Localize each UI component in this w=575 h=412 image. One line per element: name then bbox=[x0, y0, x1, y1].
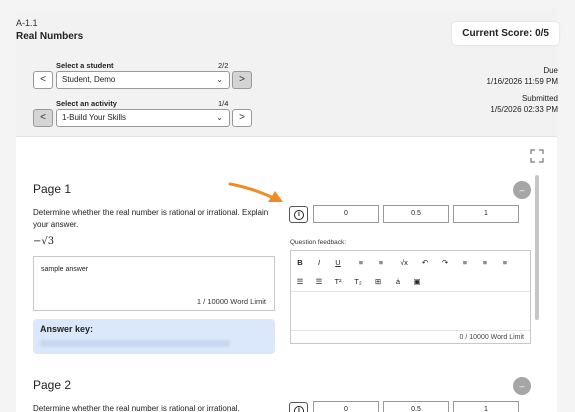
page-title: Page 2 bbox=[33, 378, 72, 392]
subscript-icon[interactable]: T₂ bbox=[352, 277, 364, 286]
info-button[interactable]: i bbox=[289, 402, 308, 412]
undo-icon[interactable]: ↶ bbox=[419, 258, 431, 267]
student-label: Select a student bbox=[56, 61, 114, 70]
info-icon: i bbox=[294, 210, 304, 220]
prev-student-button[interactable]: < bbox=[33, 71, 53, 89]
align-left-icon[interactable]: ≡ bbox=[459, 258, 471, 267]
answer-key: Answer key: bbox=[33, 319, 275, 354]
math-expression: −√3 bbox=[33, 236, 55, 247]
score-option-half[interactable]: 0.5 bbox=[383, 401, 449, 412]
activity-title: Real Numbers bbox=[16, 31, 84, 42]
formula-icon[interactable]: √x bbox=[398, 258, 410, 267]
page-title: Page 1 bbox=[33, 182, 72, 196]
superscript-icon[interactable]: T² bbox=[332, 277, 344, 286]
score-option-0[interactable]: 0 bbox=[313, 401, 379, 412]
feedback-word-limit: 0 / 10000 Word Limit bbox=[459, 334, 524, 341]
bullet-list-icon[interactable]: ☰ bbox=[294, 277, 306, 286]
question-prompt: Determine whether the real number is rat… bbox=[33, 208, 269, 229]
collapse-button[interactable]: – bbox=[513, 377, 531, 395]
italic-button[interactable]: I bbox=[313, 258, 325, 267]
indent-right-icon[interactable]: ≡ bbox=[375, 258, 387, 267]
word-limit: 1 / 10000 Word Limit bbox=[33, 295, 275, 311]
arrow-icon bbox=[228, 182, 283, 202]
answer-key-blurred bbox=[40, 340, 230, 347]
align-center-icon[interactable]: ≡ bbox=[479, 258, 491, 267]
numbered-list-icon[interactable]: ☰ bbox=[313, 277, 325, 286]
feedback-editor[interactable]: B I U ≡ ≡ √x ↶ ↷ ≡ ≡ ≡ ☰ ☰ T² T₂ ⊞ á ▣ 0… bbox=[290, 250, 531, 344]
bold-button[interactable]: B bbox=[294, 258, 306, 267]
special-char-icon[interactable]: á bbox=[392, 277, 404, 286]
scrollbar[interactable] bbox=[535, 175, 539, 320]
due-date: 1/16/2026 11:59 PM bbox=[486, 77, 558, 86]
submitted-label: Submitted bbox=[521, 94, 558, 103]
underline-button[interactable]: U bbox=[332, 258, 344, 267]
info-icon: i bbox=[294, 406, 304, 412]
score-option-0[interactable]: 0 bbox=[313, 205, 379, 223]
student-select[interactable]: Student, Demo ⌄ bbox=[56, 71, 230, 89]
submitted-date: 1/5/2026 02:33 PM bbox=[490, 105, 558, 114]
activity-count: 1/4 bbox=[218, 99, 229, 108]
score-option-half[interactable]: 0.5 bbox=[383, 205, 449, 223]
prev-activity-button[interactable]: < bbox=[33, 109, 53, 127]
align-right-icon[interactable]: ≡ bbox=[499, 258, 511, 267]
toolbar-divider bbox=[291, 291, 530, 292]
expand-icon[interactable] bbox=[530, 149, 544, 163]
activity-select[interactable]: 1-Build Your Skills ⌄ bbox=[56, 109, 230, 127]
current-score: Current Score: 0/5 bbox=[452, 22, 559, 45]
next-activity-button[interactable]: > bbox=[232, 109, 252, 127]
next-student-button[interactable]: > bbox=[232, 71, 252, 89]
answer-key-label: Answer key: bbox=[40, 324, 94, 334]
activity-code: A-1.1 bbox=[16, 18, 38, 28]
chevron-down-icon: ⌄ bbox=[216, 113, 223, 122]
image-icon[interactable]: ▣ bbox=[411, 277, 423, 286]
chevron-down-icon: ⌄ bbox=[216, 75, 223, 84]
feedback-label: Question feedback: bbox=[290, 239, 347, 246]
activity-label: Select an activity bbox=[56, 99, 117, 108]
table-icon[interactable]: ⊞ bbox=[372, 277, 384, 286]
question-prompt: Determine whether the real number is rat… bbox=[33, 404, 240, 412]
redo-icon[interactable]: ↷ bbox=[439, 258, 451, 267]
score-option-1[interactable]: 1 bbox=[453, 401, 519, 412]
collapse-button[interactable]: – bbox=[513, 181, 531, 199]
info-button[interactable]: i bbox=[289, 206, 308, 223]
due-label: Due bbox=[543, 66, 558, 75]
student-count: 2/2 bbox=[218, 61, 229, 70]
score-option-1[interactable]: 1 bbox=[453, 205, 519, 223]
indent-left-icon[interactable]: ≡ bbox=[355, 258, 367, 267]
